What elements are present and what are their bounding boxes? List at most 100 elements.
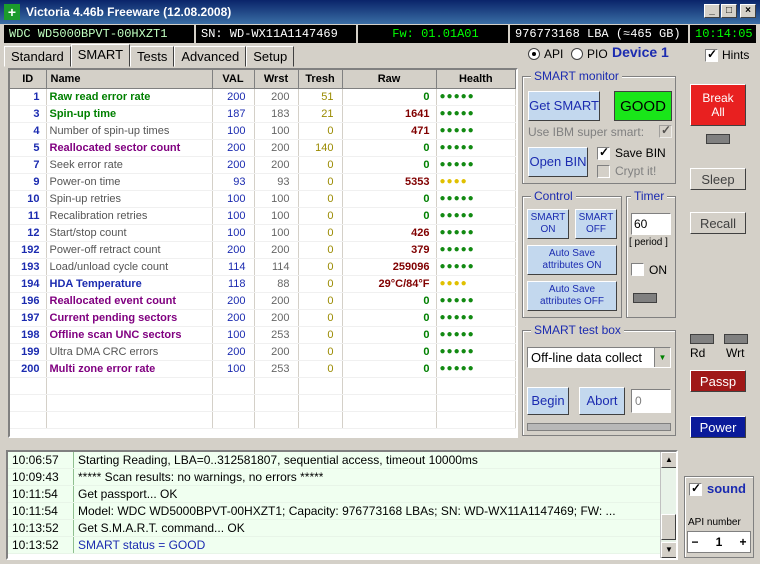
test-type-select[interactable]: Off-line data collect ▼ <box>527 347 671 368</box>
attr-name-text: Spin-up retries <box>49 192 122 205</box>
log-panel[interactable]: 10:06:57 Starting Reading, LBA=0..3125818… <box>6 450 678 560</box>
table-row[interactable]: 193 Load/unload cycle count 114 114 0 259096 ●… <box>10 258 516 276</box>
timer-group: Timer 60 [ period ] ON <box>626 189 676 318</box>
table-row[interactable]: 4 Number of spin-up times 100 100 0 471 ●●●●● <box>10 122 516 140</box>
table-row[interactable]: 198 Offline scan UNC sectors 100 253 0 0 ●●●●● <box>10 326 516 344</box>
table-row[interactable]: 199 Ultra DMA CRC errors 200 200 0 0 ●●●●● <box>10 343 516 361</box>
empty-cell <box>436 377 516 395</box>
table-row[interactable]: 12 Start/stop count 100 100 0 426 ●●●●● <box>10 224 516 242</box>
break-all-button[interactable]: Break All <box>690 84 746 126</box>
minus-icon[interactable]: − <box>688 535 702 549</box>
save-bin-checkbox[interactable] <box>597 145 610 160</box>
smart-on-button[interactable]: SMART ON <box>527 209 569 239</box>
crypt-checkbox[interactable] <box>597 165 610 178</box>
tab-smart[interactable]: SMART <box>70 44 131 67</box>
api-number-stepper[interactable]: − 1 + <box>687 531 751 553</box>
empty-cell <box>436 411 516 429</box>
table-row[interactable]: 194 HDA Temperature 118 88 0 29°C/84°F ●●●● <box>10 275 516 293</box>
col-name[interactable]: Name <box>46 70 213 89</box>
ibm-super-smart-checkbox[interactable] <box>659 123 672 138</box>
attr-name-text: Raw read error rate <box>49 90 151 103</box>
minimize-button[interactable]: _ <box>704 4 720 18</box>
dropdown-arrow-icon[interactable]: ▼ <box>654 348 670 367</box>
tab-tests[interactable]: Tests <box>130 46 175 67</box>
attr-worst: 200 <box>254 241 299 259</box>
maximize-button[interactable]: □ <box>721 4 737 18</box>
table-row[interactable]: 192 Power-off retract count 200 200 0 379 ●●●●… <box>10 241 516 259</box>
attr-id: 3 <box>10 105 47 123</box>
table-row[interactable]: 10 Spin-up retries 100 100 0 0 ●●●●● <box>10 190 516 208</box>
col-val[interactable]: VAL <box>212 70 255 89</box>
attr-name-text: Number of spin-up times <box>49 124 170 137</box>
log-scrollbar[interactable]: ▲ ▼ <box>660 452 676 558</box>
timer-title: Timer <box>631 189 668 203</box>
open-bin-button[interactable]: Open BIN <box>528 147 588 177</box>
empty-row <box>10 394 516 412</box>
passport-button[interactable]: Passp <box>690 370 746 392</box>
get-smart-button[interactable]: Get SMART <box>528 91 600 121</box>
empty-cell <box>436 394 516 412</box>
recall-button[interactable]: Recall <box>690 212 746 234</box>
table-row[interactable]: 5 Reallocated sector count 200 200 140 0 ●●●●● <box>10 139 516 157</box>
tab-standard[interactable]: Standard <box>4 46 71 67</box>
attr-value: 200 <box>212 88 255 106</box>
attr-name: Spin-up retries <box>46 190 213 208</box>
table-row[interactable]: 200 Multi zone error rate 100 253 0 0 ●●●●● <box>10 360 516 378</box>
table-row[interactable]: 196 Reallocated event count 200 200 0 0 ●●●●● <box>10 292 516 310</box>
scroll-down-icon[interactable]: ▼ <box>661 542 676 558</box>
sound-api-group: sound API number − 1 + <box>684 476 754 558</box>
table-row[interactable]: 9 Power-on time 93 93 0 5353 ●●●● <box>10 173 516 191</box>
sound-checkbox[interactable] <box>689 481 702 496</box>
col-raw[interactable]: Raw <box>342 70 437 89</box>
timer-on-checkbox[interactable] <box>631 263 644 276</box>
col-health[interactable]: Health <box>436 70 516 89</box>
timer-period-input[interactable]: 60 <box>631 213 671 235</box>
close-button[interactable]: × <box>740 4 756 18</box>
attr-worst: 200 <box>254 139 299 157</box>
hints-checkbox[interactable]: Hints <box>705 47 749 62</box>
log-time: 10:06:57 <box>8 452 74 468</box>
attr-name: Spin-up time <box>46 105 213 123</box>
table-row[interactable]: 11 Recalibration retries 100 100 0 0 ●●●●● <box>10 207 516 225</box>
log-message: Starting Reading, LBA=0..312581807, sequ… <box>78 453 478 467</box>
test-progress-field[interactable]: 0 <box>631 389 671 413</box>
sound-label: sound <box>707 481 746 496</box>
abort-button[interactable]: Abort <box>579 387 625 415</box>
attr-value: 200 <box>212 343 255 361</box>
attr-worst: 200 <box>254 309 299 327</box>
col-id[interactable]: ID <box>10 70 47 89</box>
api-radio[interactable]: API <box>528 47 563 61</box>
attr-health: ●●●●● <box>436 139 516 157</box>
attr-id: 196 <box>10 292 47 310</box>
attr-threshold: 0 <box>298 173 343 191</box>
scroll-thumb[interactable] <box>661 514 676 540</box>
empty-cell <box>298 394 343 412</box>
table-row[interactable]: 3 Spin-up time 187 183 21 1641 ●●●●● <box>10 105 516 123</box>
pio-radio[interactable]: PIO <box>571 47 608 61</box>
plus-icon[interactable]: + <box>736 535 750 549</box>
scroll-up-icon[interactable]: ▲ <box>661 452 676 468</box>
table-row[interactable]: 1 Raw read error rate 200 200 51 0 ●●●●● <box>10 88 516 106</box>
autosave-off-button[interactable]: Auto Save attributes OFF <box>527 281 617 311</box>
sleep-button[interactable]: Sleep <box>690 168 746 190</box>
attr-name: Start/stop count <box>46 224 213 242</box>
attr-health: ●●●●● <box>436 190 516 208</box>
table-row[interactable]: 7 Seek error rate 200 200 0 0 ●●●●● <box>10 156 516 174</box>
attr-value: 187 <box>212 105 255 123</box>
col-wrst[interactable]: Wrst <box>254 70 299 89</box>
attr-health: ●●●●● <box>436 241 516 259</box>
table-row[interactable]: 197 Current pending sectors 200 200 0 0 ●●●●● <box>10 309 516 327</box>
write-label: Wrt <box>726 346 745 360</box>
smart-off-button[interactable]: SMART OFF <box>575 209 617 239</box>
power-button[interactable]: Power <box>690 416 746 438</box>
autosave-on-button[interactable]: Auto Save attributes ON <box>527 245 617 275</box>
tab-advanced[interactable]: Advanced <box>174 46 247 67</box>
smart-attributes-grid[interactable]: ID Name VAL Wrst Tresh Raw Health 1 Raw r… <box>8 68 518 438</box>
clock: 10:14:05 <box>690 25 756 43</box>
tab-setup[interactable]: Setup <box>246 46 295 67</box>
attr-worst: 200 <box>254 156 299 174</box>
col-tresh[interactable]: Tresh <box>298 70 343 89</box>
begin-button[interactable]: Begin <box>527 387 569 415</box>
attr-name-text: Recalibration retries <box>49 209 148 222</box>
timer-period-label: [ period ] <box>629 237 668 248</box>
